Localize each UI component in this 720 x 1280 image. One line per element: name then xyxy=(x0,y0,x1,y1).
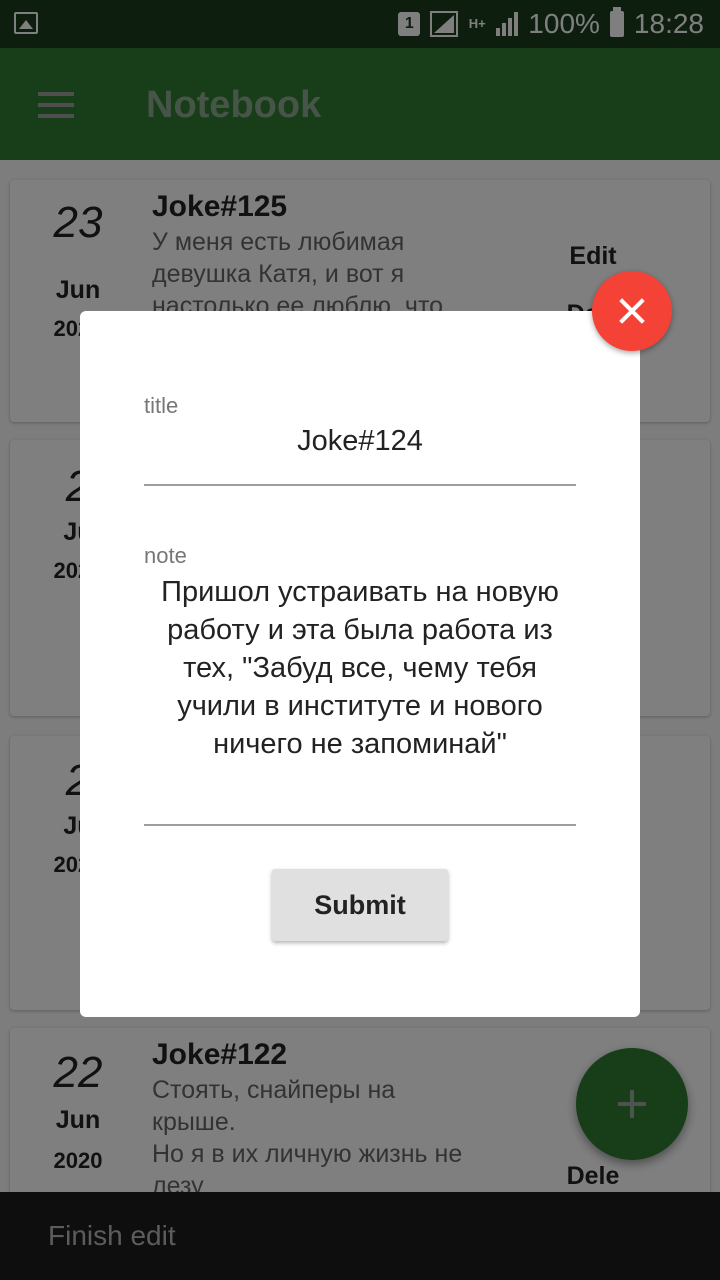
title-field[interactable]: Joke#124 xyxy=(144,425,576,458)
close-dialog-button[interactable] xyxy=(592,271,672,351)
note-label: note xyxy=(144,543,187,568)
note-field[interactable]: Пришол устраивать на новую работу и эта … xyxy=(144,573,576,763)
title-label: title xyxy=(144,393,179,418)
edit-note-dialog: title Joke#124 note Пришол устраивать на… xyxy=(80,311,640,1017)
title-underline xyxy=(144,484,576,486)
note-underline xyxy=(144,824,576,826)
submit-button[interactable]: Submit xyxy=(272,869,448,941)
